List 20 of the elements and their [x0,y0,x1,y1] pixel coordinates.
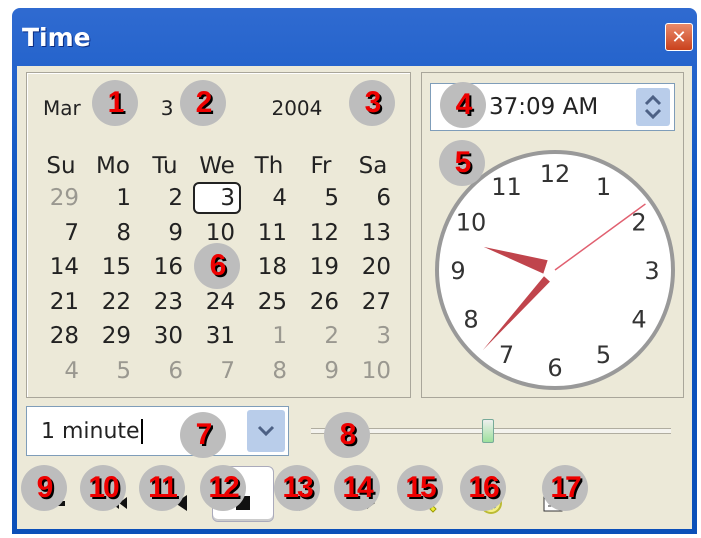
clock-numeral: 3 [644,257,660,285]
clock-numeral: 5 [596,341,612,369]
weekday-label: We [198,152,236,181]
clock-numeral: 6 [547,354,563,382]
clock-numeral: 9 [450,257,466,285]
clock-numeral: 2 [631,208,647,236]
clock-numeral: 8 [463,306,479,334]
clock-numeral: 10 [456,208,486,236]
clock-numeral: 4 [631,306,647,334]
weekday-label: Th [254,152,284,181]
clock-numeral: 1 [596,173,612,201]
clock-numeral: 11 [491,173,522,201]
weekday-label: Mo [95,152,131,181]
weekday-label: Fr [309,152,332,181]
weekday-label: Su [45,152,77,181]
window-title: Time [22,22,91,52]
weekday-label: Sa [358,152,388,181]
weekday-label: Tu [151,152,179,181]
clock-numeral: 7 [498,341,514,369]
clock-numeral: 12 [540,160,570,188]
